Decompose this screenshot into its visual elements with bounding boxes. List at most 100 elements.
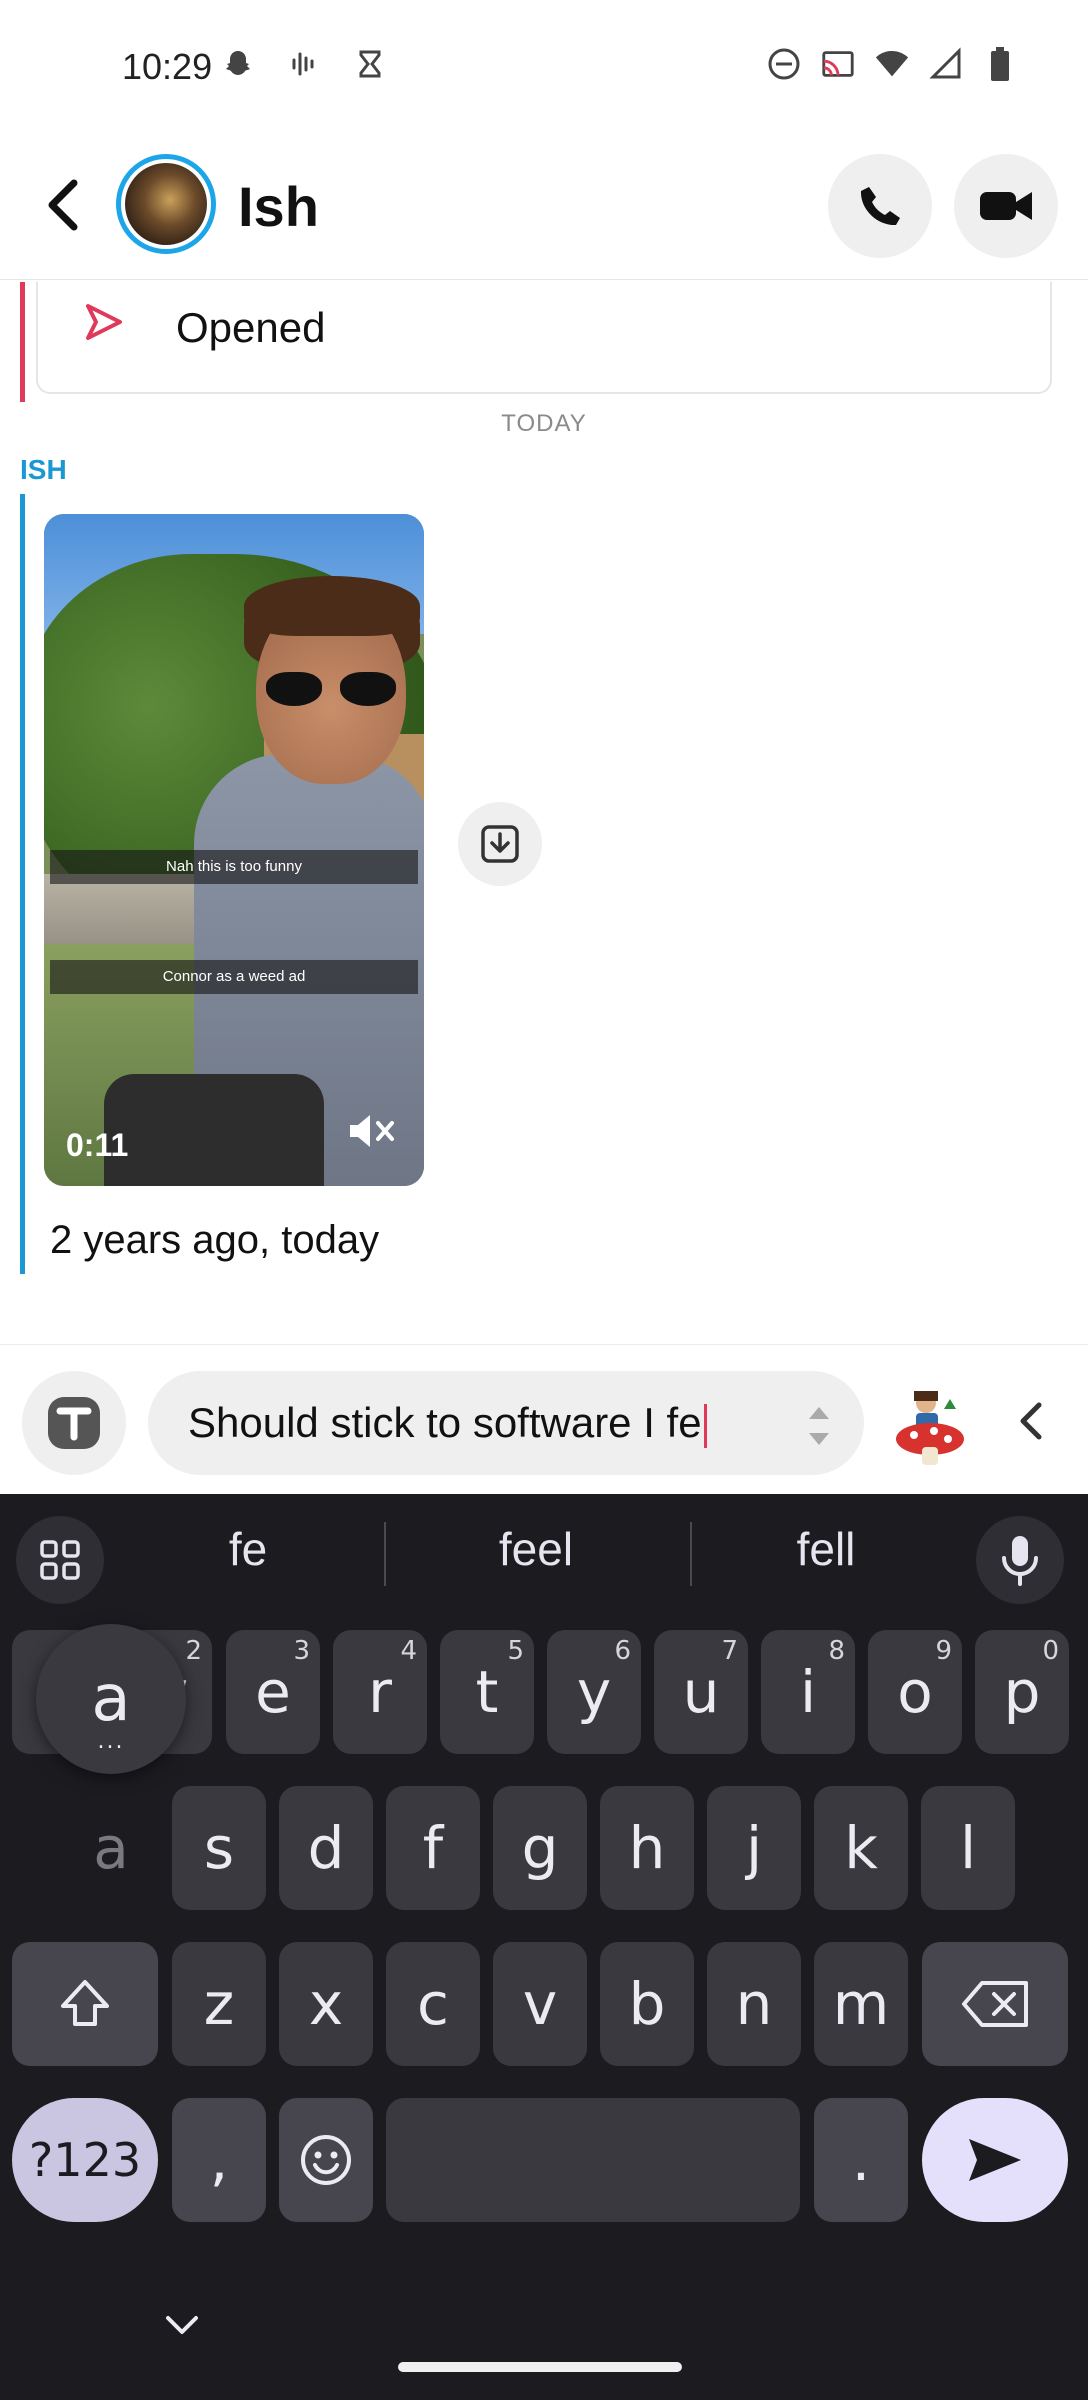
- voice-call-button[interactable]: [828, 154, 932, 258]
- text-tool-button[interactable]: [22, 1371, 126, 1475]
- contact-name[interactable]: Ish: [238, 174, 319, 239]
- key-b[interactable]: b: [600, 1942, 694, 2066]
- audio-wave-icon: [286, 46, 322, 82]
- key-u[interactable]: u7: [654, 1630, 748, 1754]
- key-k[interactable]: k: [814, 1786, 908, 1910]
- video-person-legs: [104, 1074, 324, 1186]
- key-c[interactable]: c: [386, 1942, 480, 2066]
- sent-indicator-bar: [20, 282, 25, 402]
- key-e[interactable]: e3: [226, 1630, 320, 1754]
- key-t[interactable]: t5: [440, 1630, 534, 1754]
- symbols-key[interactable]: ?123: [12, 2098, 158, 2222]
- battery-icon: [982, 46, 1018, 82]
- home-indicator[interactable]: [398, 2362, 682, 2372]
- opened-label: Opened: [176, 304, 326, 351]
- send-arrow-icon: [969, 2139, 1021, 2181]
- text-t-icon: [48, 1397, 100, 1449]
- speaker-muted-icon: [350, 1115, 394, 1147]
- key-x[interactable]: x: [279, 1942, 373, 2066]
- message-input[interactable]: Should stick to software I fe: [148, 1371, 864, 1475]
- key-v[interactable]: v: [493, 1942, 587, 2066]
- key-y[interactable]: y6: [547, 1630, 641, 1754]
- bitmoji-mushroom-icon: [896, 1391, 964, 1465]
- save-media-button[interactable]: [458, 802, 542, 886]
- mute-toggle[interactable]: [346, 1111, 398, 1156]
- status-icons-left: [220, 46, 388, 82]
- key-hint: 0: [1042, 1636, 1059, 1666]
- video-duration: 0:11: [66, 1127, 129, 1163]
- emoji-smiley-icon: [301, 2135, 351, 2185]
- key-d[interactable]: d: [279, 1786, 373, 1910]
- key-m[interactable]: m: [814, 1942, 908, 2066]
- message-composer: Should stick to software I fe: [0, 1344, 1088, 1494]
- text-cursor: [703, 1403, 707, 1448]
- key-hint: 7: [721, 1636, 738, 1666]
- key-n[interactable]: n: [707, 1942, 801, 2066]
- status-icons-right: [766, 46, 1018, 82]
- key-p[interactable]: p0: [975, 1630, 1069, 1754]
- popup-key-label: a: [91, 1662, 131, 1736]
- date-divider: TODAY: [501, 410, 587, 437]
- bitmoji-sticker-button[interactable]: [892, 1381, 968, 1467]
- key-z[interactable]: z: [172, 1942, 266, 2066]
- chevron-down-icon: [166, 2316, 198, 2334]
- key-a[interactable]: a: [64, 1786, 158, 1910]
- video-message[interactable]: Nah this is too funny Connor as a weed a…: [44, 514, 424, 1186]
- dnd-icon: [766, 46, 802, 82]
- status-bar: 10:29: [0, 0, 1088, 130]
- hide-keyboard-button[interactable]: [160, 2310, 204, 2345]
- key-preview-popup: a ...: [36, 1624, 186, 1774]
- key-label: t: [475, 1658, 499, 1726]
- key-label: i: [799, 1658, 817, 1726]
- suggestion-3[interactable]: fell: [686, 1522, 966, 1576]
- key-l[interactable]: l: [921, 1786, 1015, 1910]
- voice-input-button[interactable]: [976, 1516, 1064, 1604]
- key-hint: 8: [828, 1636, 845, 1666]
- expand-stepper-icon[interactable]: [804, 1401, 834, 1456]
- key-hint: 4: [400, 1636, 417, 1666]
- key-hint: 6: [614, 1636, 631, 1666]
- sender-label: ISH: [20, 454, 67, 485]
- chat-header: Ish: [0, 130, 1088, 280]
- space-key[interactable]: [386, 2098, 800, 2222]
- chevron-left-icon: [48, 179, 78, 231]
- snapchat-icon: [220, 46, 256, 82]
- send-key[interactable]: [922, 2098, 1068, 2222]
- video-call-button[interactable]: [954, 154, 1058, 258]
- emoji-key[interactable]: [279, 2098, 373, 2222]
- suggestion-divider: [384, 1522, 386, 1586]
- period-key[interactable]: .: [814, 2098, 908, 2222]
- status-time: 10:29: [122, 46, 213, 87]
- backspace-key[interactable]: [922, 1942, 1068, 2066]
- key-h[interactable]: h: [600, 1786, 694, 1910]
- suggestion-1[interactable]: fe: [108, 1522, 388, 1576]
- key-i[interactable]: i8: [761, 1630, 855, 1754]
- keyboard-menu-button[interactable]: [16, 1516, 104, 1604]
- key-o[interactable]: o9: [868, 1630, 962, 1754]
- phone-icon: [860, 187, 900, 226]
- key-j[interactable]: j: [707, 1786, 801, 1910]
- shift-key[interactable]: [12, 1942, 158, 2066]
- key-s[interactable]: s: [172, 1786, 266, 1910]
- backspace-icon: [962, 1981, 1028, 2027]
- video-caption-top: Nah this is too funny: [50, 850, 418, 884]
- key-label: e: [255, 1658, 291, 1726]
- key-f[interactable]: f: [386, 1786, 480, 1910]
- opened-status-card: Opened: [36, 282, 1052, 394]
- comma-key[interactable]: ,: [172, 2098, 266, 2222]
- key-hint: 3: [293, 1636, 310, 1666]
- avatar[interactable]: [116, 154, 216, 254]
- video-camera-icon: [980, 192, 1032, 220]
- chevron-left-icon: [1020, 1402, 1042, 1440]
- sent-arrow-icon: [82, 300, 126, 349]
- key-label: r: [368, 1658, 392, 1726]
- received-indicator-bar: [20, 494, 25, 1274]
- back-button[interactable]: [34, 170, 94, 240]
- collapse-button[interactable]: [1000, 1391, 1060, 1451]
- key-label: y: [576, 1658, 612, 1726]
- suggestion-2[interactable]: feel: [396, 1522, 676, 1576]
- key-g[interactable]: g: [493, 1786, 587, 1910]
- message-input-text[interactable]: Should stick to software I fe: [188, 1399, 707, 1448]
- key-r[interactable]: r4: [333, 1630, 427, 1754]
- signal-icon: [928, 46, 964, 82]
